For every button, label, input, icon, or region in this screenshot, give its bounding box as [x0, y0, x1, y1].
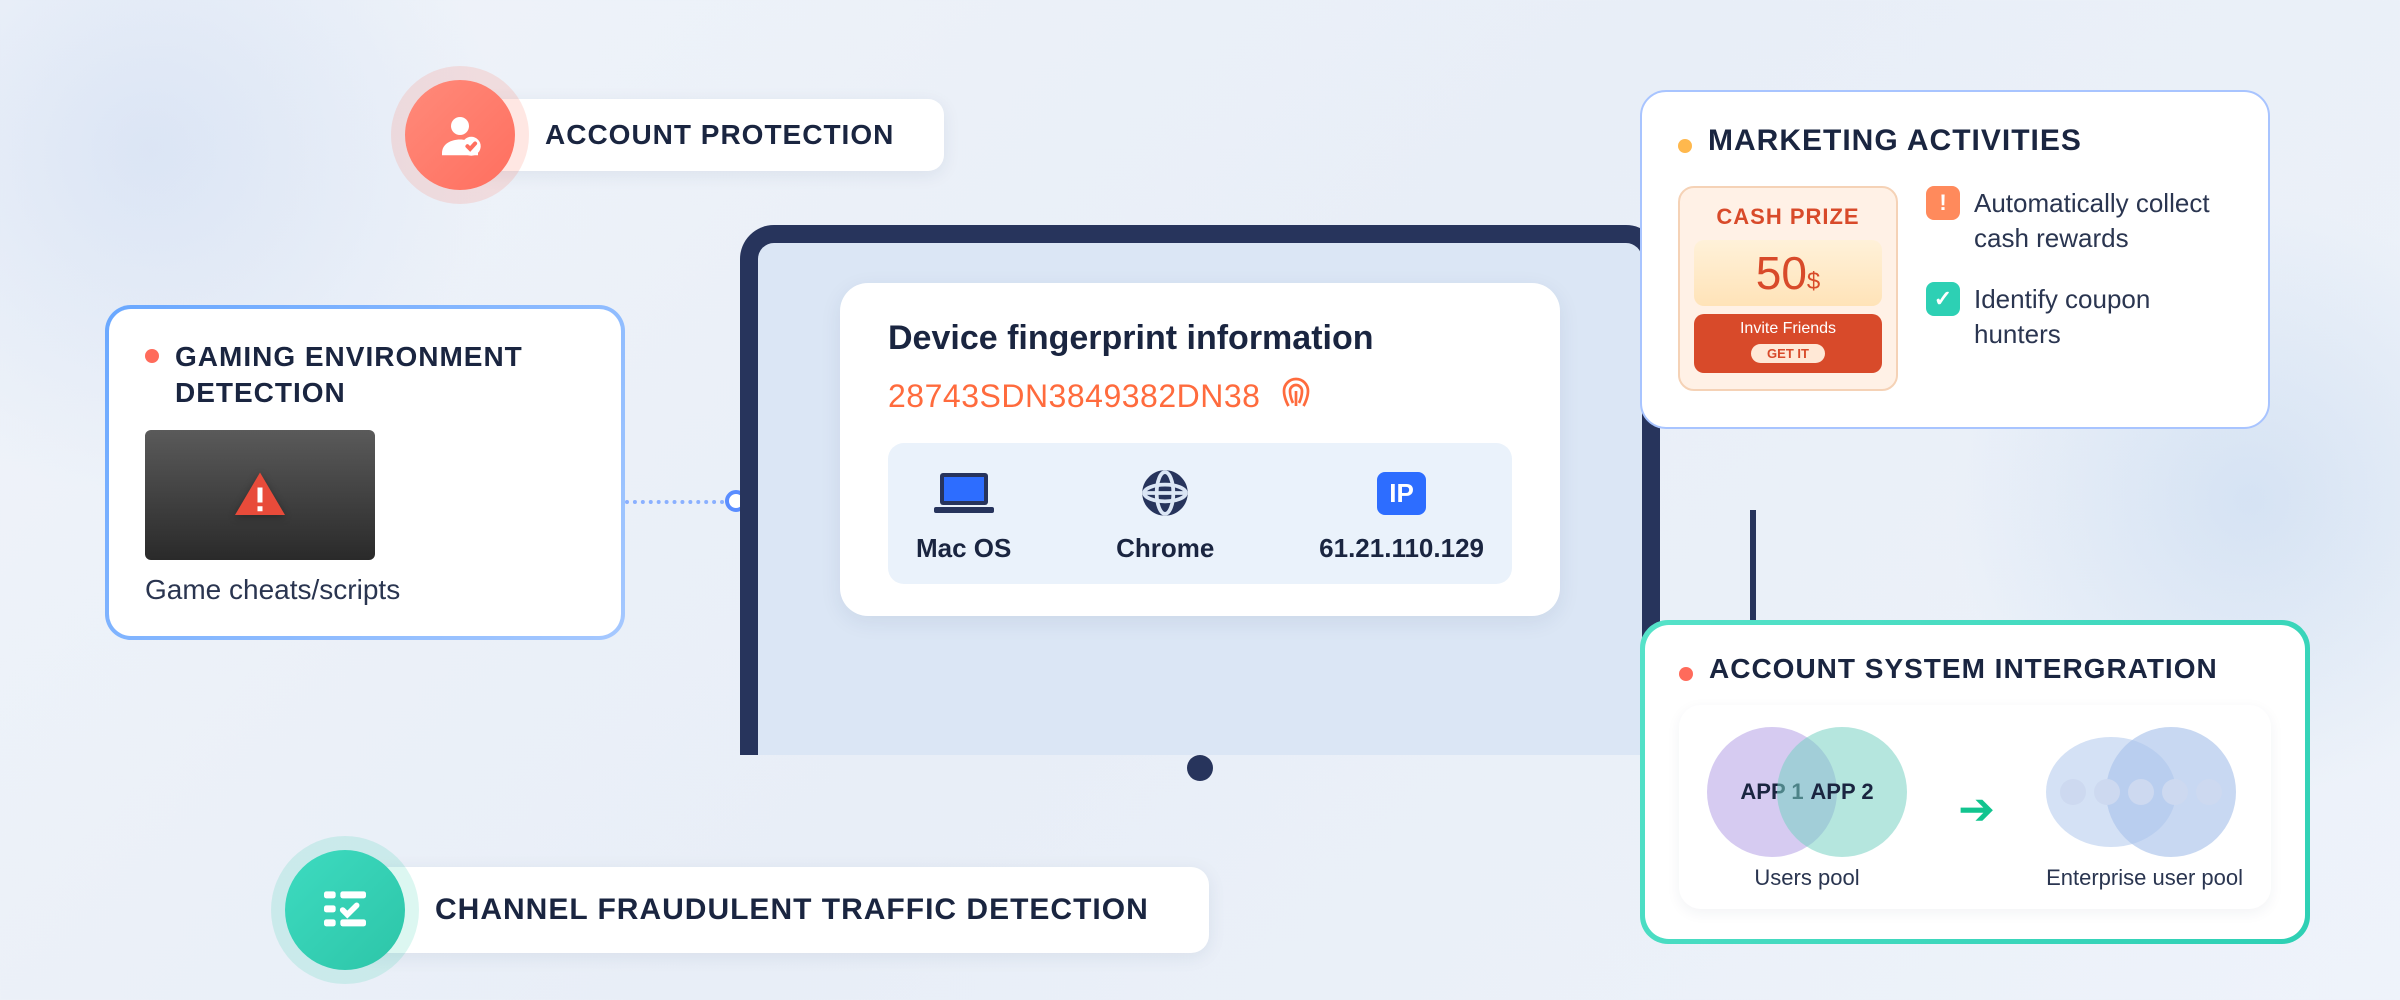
- cash-prize-promo: CASH PRIZE 50$ Invite Friends GET IT: [1678, 186, 1898, 391]
- account-integration-title: ACCOUNT SYSTEM INTERGRATION: [1709, 653, 2218, 685]
- gaming-detection-title: GAMING ENVIRONMENT DETECTION: [175, 339, 585, 412]
- game-screenshot-thumbnail: [145, 430, 375, 560]
- users-pool-label: Users pool: [1707, 865, 1907, 891]
- enterprise-pool-label: Enterprise user pool: [2046, 865, 2243, 891]
- ip-address: 61.21.110.129: [1319, 533, 1484, 564]
- check-icon: ✓: [1926, 282, 1960, 316]
- checklist-icon: [285, 850, 405, 970]
- fingerprint-title: Device fingerprint information: [888, 319, 1512, 358]
- user-shield-icon: [405, 80, 515, 190]
- connector-line: [625, 500, 740, 504]
- account-protection-label: ACCOUNT PROTECTION: [475, 99, 944, 171]
- gaming-caption: Game cheats/scripts: [145, 574, 585, 606]
- laptop-icon: [932, 467, 996, 519]
- account-integration-card: ACCOUNT SYSTEM INTERGRATION APP 1 APP 2 …: [1640, 620, 2310, 944]
- connector-line-vertical: [1750, 510, 1756, 630]
- os-label: Mac OS: [916, 533, 1011, 564]
- arrow-right-icon: ➔: [1958, 784, 1995, 835]
- bullet-icon: [1679, 667, 1693, 681]
- prize-amount: 50: [1756, 247, 1807, 299]
- prize-currency: $: [1807, 268, 1820, 295]
- get-it-button[interactable]: GET IT: [1751, 344, 1825, 363]
- app2-label: APP 2: [1810, 779, 1873, 805]
- marketing-bullet-1: Automatically collect cash rewards: [1974, 186, 2232, 256]
- enterprise-pool-icon: [2046, 727, 2236, 857]
- account-protection-feature: ACCOUNT PROTECTION: [405, 80, 944, 190]
- monitor-stand-icon: [1187, 755, 1213, 781]
- marketing-bullet-2: Identify coupon hunters: [1974, 282, 2232, 352]
- prize-invite-text: Invite Friends: [1694, 320, 1882, 338]
- gaming-detection-card: GAMING ENVIRONMENT DETECTION Game cheats…: [105, 305, 625, 640]
- bullet-icon: [145, 349, 159, 363]
- fingerprint-icon: [1278, 376, 1314, 417]
- marketing-activities-card: MARKETING ACTIVITIES CASH PRIZE 50$ Invi…: [1640, 90, 2270, 429]
- channel-fraud-feature: CHANNEL FRAUDULENT TRAFFIC DETECTION: [285, 850, 1209, 970]
- users-pool-venn-icon: APP 1 APP 2: [1707, 727, 1907, 857]
- fingerprint-id: 28743SDN3849382DN38: [888, 378, 1260, 415]
- warning-icon: !: [1926, 186, 1960, 220]
- channel-fraud-label: CHANNEL FRAUDULENT TRAFFIC DETECTION: [355, 867, 1209, 953]
- globe-icon: [1140, 467, 1190, 519]
- device-fingerprint-panel: Device fingerprint information 28743SDN3…: [740, 225, 1660, 781]
- ip-badge-icon: IP: [1377, 472, 1426, 515]
- prize-heading: CASH PRIZE: [1694, 204, 1882, 230]
- marketing-title: MARKETING ACTIVITIES: [1708, 124, 2082, 158]
- browser-label: Chrome: [1116, 533, 1214, 564]
- bullet-icon: [1678, 139, 1692, 153]
